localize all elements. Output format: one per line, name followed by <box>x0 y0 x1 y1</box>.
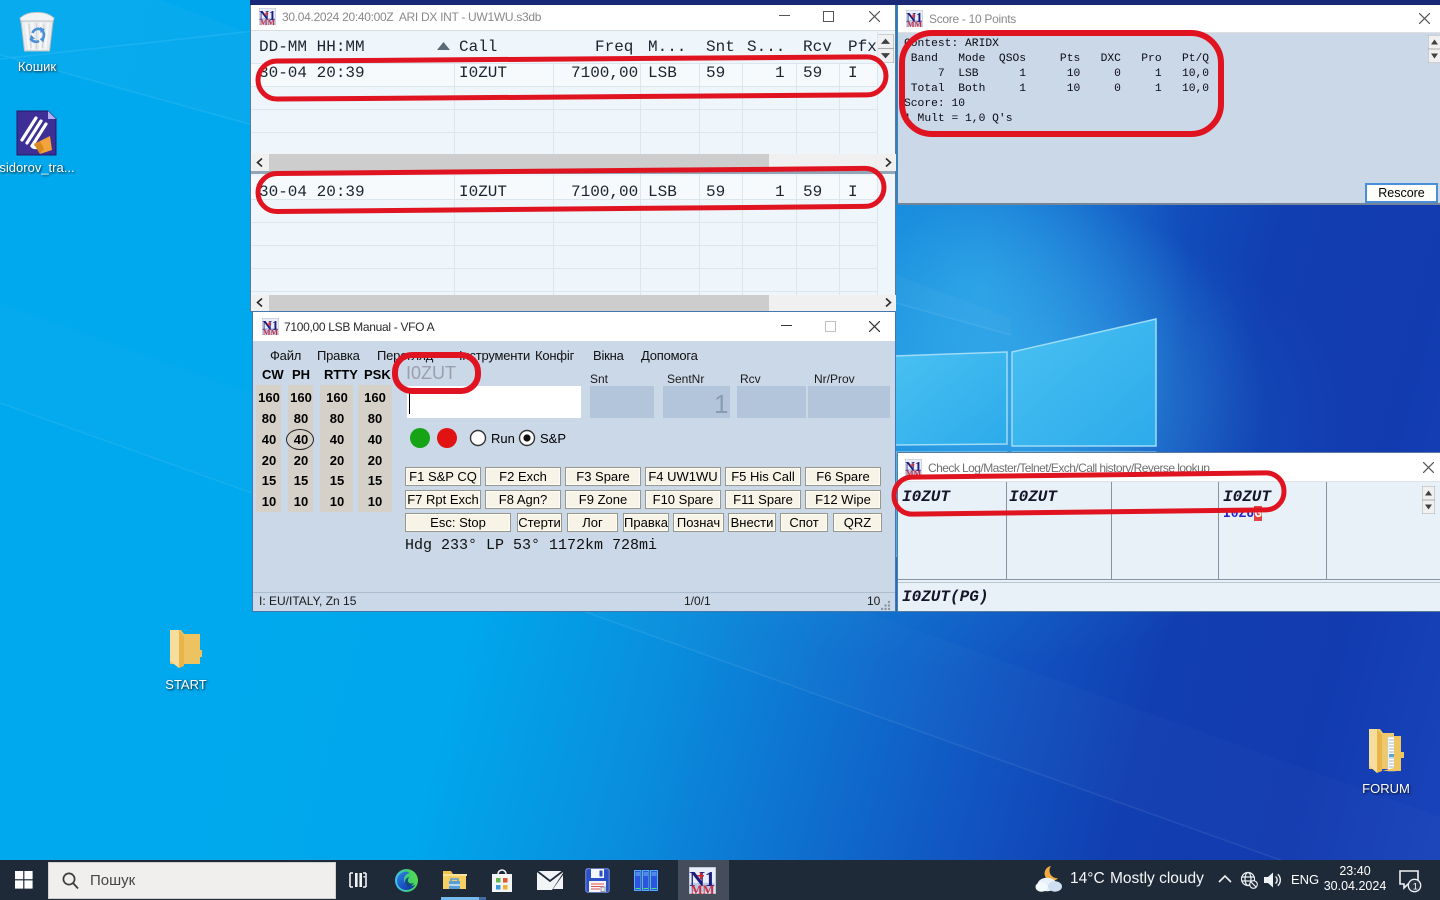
svg-text:1: 1 <box>1413 882 1418 892</box>
